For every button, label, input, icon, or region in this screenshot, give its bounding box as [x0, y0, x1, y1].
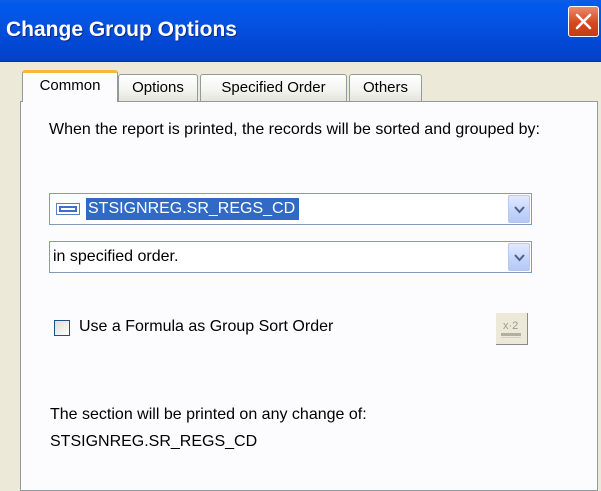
tab-common-label: Common	[39, 77, 101, 94]
group-field-value: STSIGNREG.SR_REGS_CD	[86, 198, 300, 220]
chevron-down-icon	[514, 254, 525, 262]
tab-specified-order-label: Specified Order	[221, 79, 326, 96]
close-button[interactable]	[568, 6, 599, 37]
formula-editor-button[interactable]: x·2	[496, 313, 528, 345]
group-field-dropdown-button[interactable]	[508, 195, 530, 223]
group-description: When the report is printed, the records …	[49, 121, 540, 138]
tab-options-label: Options	[132, 79, 184, 96]
title-bar[interactable]: Change Group Options	[0, 0, 601, 62]
tab-common[interactable]: Common	[22, 70, 118, 102]
formula-sort-checkbox-label[interactable]: Use a Formula as Group Sort Order	[79, 318, 333, 336]
window-title: Change Group Options	[6, 18, 237, 41]
section-change-label: The section will be printed on any chang…	[50, 406, 367, 423]
sort-order-dropdown-button[interactable]	[508, 243, 530, 271]
svg-text:x·2: x·2	[503, 320, 518, 332]
formula-sort-checkbox[interactable]	[54, 320, 70, 336]
tab-others[interactable]: Others	[349, 74, 422, 101]
close-icon	[575, 13, 592, 30]
formula-editor-icon: x·2	[501, 320, 521, 338]
chevron-down-icon	[514, 206, 525, 214]
tab-specified-order[interactable]: Specified Order	[200, 74, 347, 101]
tab-options[interactable]: Options	[118, 74, 198, 101]
tab-others-label: Others	[362, 79, 408, 96]
database-field-icon	[56, 203, 80, 215]
sort-order-select[interactable]: in specified order.	[49, 241, 532, 273]
group-field-select[interactable]: STSIGNREG.SR_REGS_CD	[49, 193, 532, 225]
section-change-field: STSIGNREG.SR_REGS_CD	[50, 433, 258, 450]
sort-order-value: in specified order.	[53, 248, 179, 265]
